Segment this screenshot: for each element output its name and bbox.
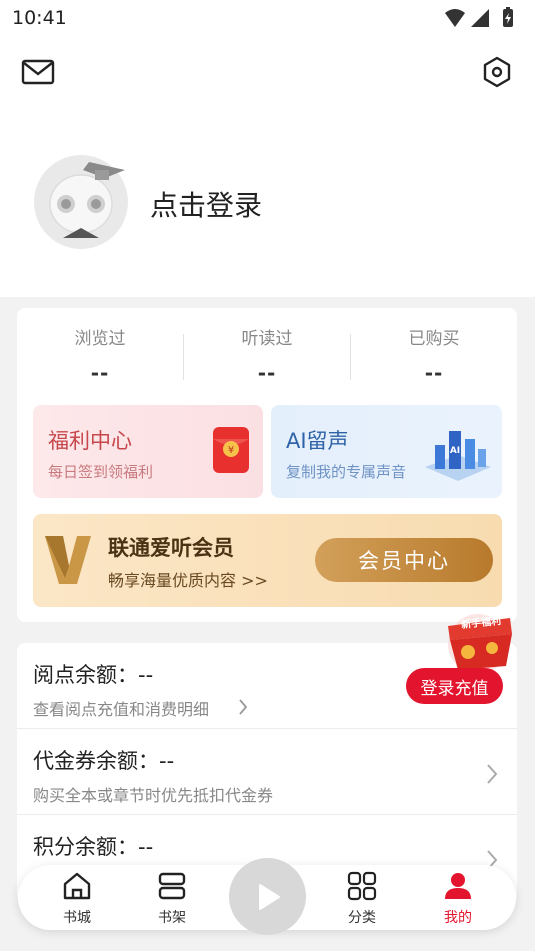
profile-header [0, 0, 535, 297]
ai-voice-subtitle: 复制我的专属声音 [286, 463, 407, 481]
stat-label: 浏览过 [74, 329, 126, 349]
vip-title: 联通爱听会员 [108, 536, 234, 560]
vip-v-logo [45, 536, 91, 584]
tab-bookshelf[interactable]: 书架 [142, 869, 202, 927]
settings-button[interactable] [479, 54, 515, 90]
play-icon [258, 883, 280, 910]
vip-subtitle: 畅享海量优质内容 >> [108, 571, 268, 590]
stat-label: 听读过 [241, 329, 293, 349]
reading-points-title: 阅点余额：-- [33, 663, 154, 687]
status-icons [441, 7, 521, 29]
gift-box-icon [448, 614, 512, 674]
stat-value: -- [257, 361, 277, 385]
audio-player-button[interactable] [229, 858, 306, 935]
voucher-title: 代金券余额：-- [33, 749, 175, 773]
status-bar: 10:41 [0, 0, 535, 36]
tab-label: 书架 [158, 910, 186, 926]
welfare-center-tile[interactable]: 福利中心 每日签到领福利 ¥ [33, 405, 263, 498]
points-title: 积分余额：-- [33, 835, 154, 859]
home-icon [63, 872, 91, 900]
stat-value: -- [424, 361, 444, 385]
stat-browsed[interactable]: 浏览过 -- [17, 324, 183, 385]
ai-voice-tile[interactable]: AI留声 复制我的专属声音 AI [271, 405, 502, 498]
svg-text:AI: AI [450, 446, 460, 456]
newbie-gift-floating[interactable]: 新手福利 [440, 600, 518, 678]
message-button[interactable] [20, 56, 56, 88]
stats-card: 浏览过 -- 听读过 -- 已购买 -- 福利中心 每日签到领福利 ¥ AI留声… [17, 308, 517, 622]
tab-mine[interactable]: 我的 [428, 869, 488, 927]
person-icon [445, 873, 471, 899]
tab-label: 分类 [348, 910, 376, 926]
chevron-right-icon [239, 699, 248, 715]
wifi-signal-battery-icon [445, 7, 513, 27]
voucher-subtitle: 购买全本或章节时优先抵扣代金券 [33, 786, 274, 805]
avatar[interactable] [33, 152, 131, 250]
vip-membership-banner[interactable]: 联通爱听会员 畅享海量优质内容 >> 会员中心 [33, 514, 502, 607]
mail-icon [21, 59, 55, 85]
voucher-row[interactable]: 代金券余额：-- 购买全本或章节时优先抵扣代金券 [17, 729, 517, 815]
stat-label: 已购买 [408, 329, 460, 349]
grid-icon [347, 871, 377, 901]
tab-label: 我的 [444, 910, 472, 926]
tab-bookstore[interactable]: 书城 [47, 869, 107, 927]
bottom-strip [0, 938, 535, 951]
reading-points-subtitle: 查看阅点充值和消费明细 [33, 700, 210, 719]
chevron-right-icon [487, 764, 498, 784]
settings-hexagon-icon [483, 56, 511, 88]
ai-voice-title: AI留声 [286, 429, 349, 453]
avatar-robot-icon [34, 155, 128, 249]
login-recharge-button[interactable]: 登录充值 [406, 668, 503, 704]
stat-value: -- [90, 361, 110, 385]
login-prompt[interactable]: 点击登录 [150, 184, 262, 224]
red-envelope-icon: ¥ [213, 427, 249, 473]
svg-text:¥: ¥ [228, 445, 234, 456]
welfare-subtitle: 每日签到领福利 [48, 463, 154, 481]
welfare-title: 福利中心 [48, 429, 132, 453]
ai-city-icon: AI [425, 431, 491, 481]
tab-category[interactable]: 分类 [332, 869, 392, 927]
stat-listened[interactable]: 听读过 -- [184, 324, 350, 385]
stat-purchased[interactable]: 已购买 -- [351, 324, 517, 385]
bookshelf-icon [158, 872, 186, 900]
tab-label: 书城 [63, 910, 91, 926]
member-center-button[interactable]: 会员中心 [315, 538, 493, 582]
status-time: 10:41 [12, 7, 67, 29]
